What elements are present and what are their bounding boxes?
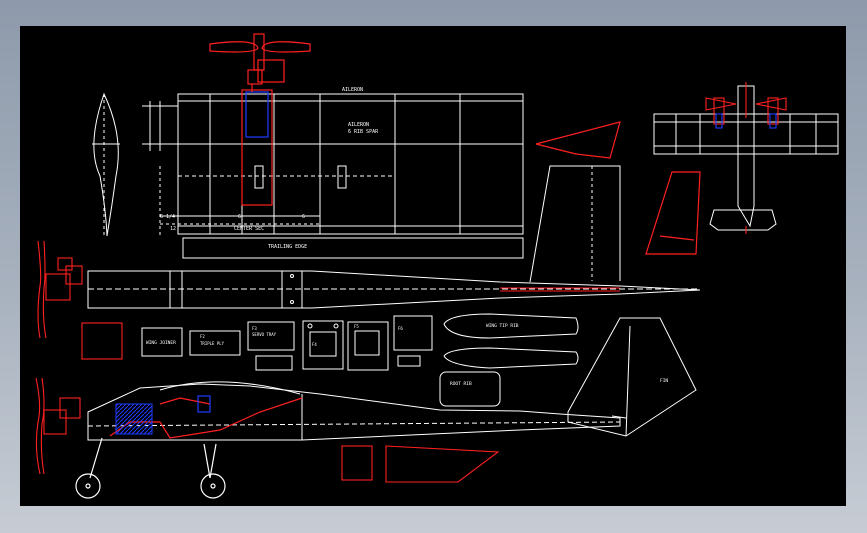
part-c-l1: F3 bbox=[252, 326, 257, 331]
part-e-label: F5 bbox=[354, 324, 359, 329]
wing-span-label-b: 6 RIB SPAR bbox=[348, 129, 379, 135]
fuselage-top-view bbox=[87, 270, 701, 309]
front-view-red bbox=[705, 82, 787, 234]
red-parts-bottom bbox=[341, 445, 500, 483]
parts-row bbox=[141, 315, 433, 371]
part-g-label: WING TIP RIB bbox=[486, 323, 519, 329]
part-f-l1: F6 bbox=[398, 326, 403, 331]
fin-large bbox=[567, 317, 697, 437]
part-b-l2: TRIPLE PLY bbox=[200, 341, 225, 346]
engine-top-view bbox=[37, 240, 83, 339]
dim-left-label: 6 1/4 bbox=[160, 214, 175, 220]
part-h-label: ROOT RIB bbox=[450, 381, 472, 387]
stabilizer-part-top bbox=[535, 121, 621, 159]
part-b-l1: F2 bbox=[200, 334, 205, 339]
drawing-canvas[interactable]: AILERON AILERON 6 RIB SPAR 6 1/4 6 6 12 … bbox=[20, 26, 846, 506]
fin-red-right bbox=[645, 171, 701, 255]
part-a-label: WING JOINER bbox=[146, 340, 176, 346]
part-c-l2: SERVO TRAY bbox=[252, 332, 277, 337]
wing-span-label-a: AILERON bbox=[348, 122, 369, 128]
part-d-label: F4 bbox=[312, 342, 317, 347]
wing-plan-view bbox=[142, 93, 524, 259]
dim-center-label: CENTER SEC bbox=[234, 226, 264, 232]
airplane-plan-drawing: AILERON AILERON 6 RIB SPAR 6 1/4 6 6 12 … bbox=[35, 33, 839, 499]
engine-side-view bbox=[35, 377, 81, 475]
fin-label: FIN bbox=[660, 378, 668, 384]
dim-mid-label: 6 bbox=[238, 214, 241, 220]
fuselage-side-view bbox=[87, 381, 621, 441]
dim-base-label: 12 bbox=[170, 226, 176, 232]
landing-gear bbox=[75, 437, 226, 499]
fin-side-view bbox=[529, 165, 621, 283]
propeller-top-view bbox=[209, 33, 311, 92]
red-title-box bbox=[81, 322, 123, 360]
trailing-edge-label: TRAILING EDGE bbox=[268, 244, 307, 250]
wing-center-section bbox=[241, 89, 347, 206]
wing-rib-front-view bbox=[92, 92, 120, 237]
wing-top-label: AILERON bbox=[342, 87, 363, 93]
dim-right-label: 6 bbox=[302, 214, 305, 220]
